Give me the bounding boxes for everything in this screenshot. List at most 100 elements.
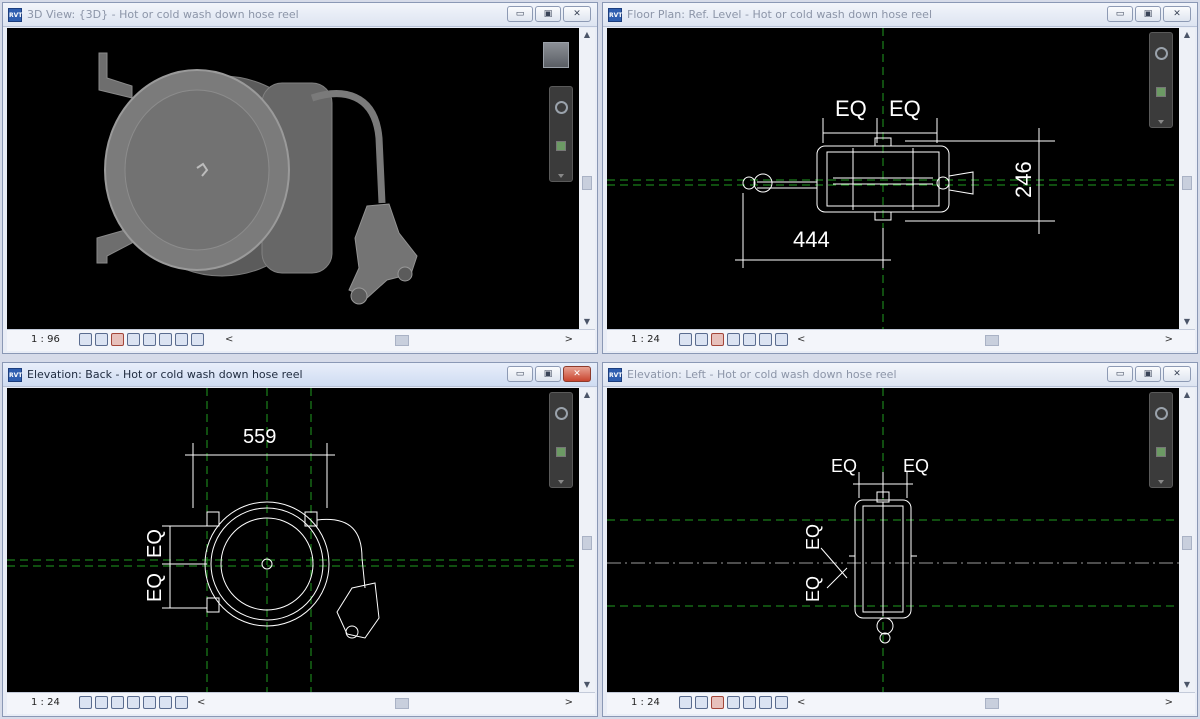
scroll-right-button[interactable]: > [1165,697,1173,708]
detail-level-icon[interactable] [679,333,692,346]
viewport-titlebar[interactable]: RVT Elevation: Back - Hot or cold wash d… [3,363,597,387]
minimize-button[interactable]: ▭ [1107,366,1133,382]
visual-style-icon[interactable] [95,696,108,709]
detail-level-icon[interactable] [679,696,692,709]
viewport-titlebar[interactable]: RVT Elevation: Left - Hot or cold wash d… [603,363,1197,387]
navigation-bar[interactable] [549,392,573,488]
viewport-3d[interactable]: RVT 3D View: {3D} - Hot or cold wash dow… [2,2,598,354]
detail-level-icon[interactable] [79,333,92,346]
scroll-up-button[interactable]: ▲ [1179,388,1195,402]
view-scale[interactable]: 1 : 24 [631,334,660,345]
sun-path-icon[interactable] [711,696,724,709]
detail-level-icon[interactable] [79,696,92,709]
drawing-canvas[interactable]: EQ EQ EQ EQ [607,388,1179,692]
steering-wheel-icon[interactable] [1155,47,1168,60]
temporary-hide-icon[interactable] [743,333,756,346]
viewport-floor-plan[interactable]: RVT Floor Plan: Ref. Level - Hot or cold… [602,2,1198,354]
scroll-left-button[interactable]: < [797,697,805,708]
navigation-bar[interactable] [1149,392,1173,488]
minimize-button[interactable]: ▭ [1107,6,1133,22]
viewport-elevation-back[interactable]: RVT Elevation: Back - Hot or cold wash d… [2,362,598,717]
scroll-down-button[interactable]: ▼ [579,315,595,329]
sun-path-icon[interactable] [711,333,724,346]
scroll-right-button[interactable]: > [565,334,573,345]
scroll-thumb[interactable] [1182,176,1192,190]
shadows-icon[interactable] [727,333,740,346]
scroll-left-button[interactable]: < [225,334,233,345]
close-button[interactable]: ✕ [563,6,591,22]
scroll-thumb[interactable] [582,536,592,550]
scroll-left-button[interactable]: < [197,697,205,708]
steering-wheel-icon[interactable] [555,407,568,420]
view-scale[interactable]: 1 : 24 [631,697,660,708]
reveal-hidden-icon[interactable] [191,333,204,346]
minimize-button[interactable]: ▭ [507,6,533,22]
temporary-hide-icon[interactable] [743,696,756,709]
scroll-up-button[interactable]: ▲ [579,28,595,42]
scroll-up-button[interactable]: ▲ [579,388,595,402]
crop-view-icon[interactable] [775,333,788,346]
temporary-hide-icon[interactable] [175,333,188,346]
visual-style-icon[interactable] [695,333,708,346]
chevron-down-icon[interactable] [1158,480,1164,484]
scroll-down-button[interactable]: ▼ [579,678,595,692]
steering-wheel-icon[interactable] [1155,407,1168,420]
vertical-scrollbar[interactable]: ▲ ▼ [579,28,595,329]
horizontal-scroll-thumb[interactable] [395,698,409,709]
zoom-icon[interactable] [1156,447,1166,457]
navigation-bar[interactable] [549,86,573,182]
minimize-button[interactable]: ▭ [507,366,533,382]
zoom-icon[interactable] [1156,87,1166,97]
restore-button[interactable]: ▣ [1135,6,1161,22]
horizontal-scroll-thumb[interactable] [985,335,999,346]
scroll-right-button[interactable]: > [565,697,573,708]
restore-button[interactable]: ▣ [1135,366,1161,382]
close-button[interactable]: ✕ [1163,6,1191,22]
sun-path-icon[interactable] [111,696,124,709]
drawing-canvas[interactable]: 559 EQ EQ [7,388,579,692]
crop-view-icon[interactable] [775,696,788,709]
lock-view-icon[interactable] [159,333,172,346]
visual-style-icon[interactable] [95,333,108,346]
scroll-thumb[interactable] [582,176,592,190]
vertical-scrollbar[interactable]: ▲ ▼ [1179,28,1195,329]
crop-view-icon[interactable] [175,696,188,709]
viewport-elevation-left[interactable]: RVT Elevation: Left - Hot or cold wash d… [602,362,1198,717]
restore-button[interactable]: ▣ [535,6,561,22]
render-icon[interactable] [143,333,156,346]
shadows-icon[interactable] [727,696,740,709]
drawing-canvas[interactable]: EQ EQ 444 246 [607,28,1179,329]
drawing-canvas[interactable] [7,28,579,329]
reveal-hidden-icon[interactable] [759,696,772,709]
reveal-hidden-icon[interactable] [759,333,772,346]
vertical-scrollbar[interactable]: ▲ ▼ [579,388,595,692]
scroll-down-button[interactable]: ▼ [1179,678,1195,692]
viewport-titlebar[interactable]: RVT 3D View: {3D} - Hot or cold wash dow… [3,3,597,27]
horizontal-scroll-thumb[interactable] [985,698,999,709]
chevron-down-icon[interactable] [1158,120,1164,124]
view-cube-icon[interactable] [543,42,569,68]
vertical-scrollbar[interactable]: ▲ ▼ [1179,388,1195,692]
scroll-thumb[interactable] [1182,536,1192,550]
zoom-icon[interactable] [556,447,566,457]
view-scale[interactable]: 1 : 24 [31,697,60,708]
scroll-down-button[interactable]: ▼ [1179,315,1195,329]
visual-style-icon[interactable] [695,696,708,709]
horizontal-scroll-thumb[interactable] [395,335,409,346]
shadows-icon[interactable] [127,696,140,709]
chevron-down-icon[interactable] [558,480,564,484]
sun-path-icon[interactable] [111,333,124,346]
close-button[interactable]: ✕ [1163,366,1191,382]
navigation-bar[interactable] [1149,32,1173,128]
steering-wheel-icon[interactable] [555,101,568,114]
view-scale[interactable]: 1 : 96 [31,334,60,345]
close-button[interactable]: ✕ [563,366,591,382]
viewport-titlebar[interactable]: RVT Floor Plan: Ref. Level - Hot or cold… [603,3,1197,27]
scroll-up-button[interactable]: ▲ [1179,28,1195,42]
reveal-hidden-icon[interactable] [159,696,172,709]
restore-button[interactable]: ▣ [535,366,561,382]
temporary-hide-icon[interactable] [143,696,156,709]
zoom-icon[interactable] [556,141,566,151]
scroll-right-button[interactable]: > [1165,334,1173,345]
chevron-down-icon[interactable] [558,174,564,178]
